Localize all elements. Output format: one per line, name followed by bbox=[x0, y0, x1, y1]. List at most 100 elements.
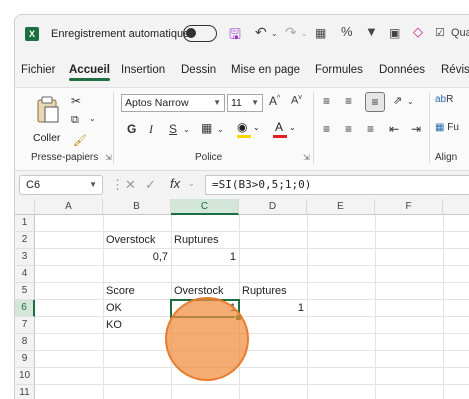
align-right-icon[interactable]: ≡ bbox=[367, 122, 374, 136]
row-header-6[interactable]: 6 bbox=[15, 300, 35, 317]
cell-b5[interactable]: Score bbox=[103, 283, 171, 300]
gridline bbox=[307, 215, 308, 399]
gridline bbox=[35, 231, 469, 232]
tab-fichier[interactable]: Fichier bbox=[21, 64, 56, 76]
tab-mise-en-page[interactable]: Mise en page bbox=[231, 64, 300, 76]
ribbon: Coller ✂ ⧉ ⌄ 🖌 Presse-papiers ⇲ Aptos Na… bbox=[15, 87, 469, 171]
eraser-icon[interactable]: ◇ bbox=[413, 24, 423, 40]
row-header-7[interactable]: 7 bbox=[15, 317, 35, 334]
column-header-e[interactable]: E bbox=[307, 199, 375, 215]
row-header-4[interactable]: 4 bbox=[15, 266, 35, 283]
row-header-9[interactable]: 9 bbox=[15, 351, 35, 368]
clipboard-launcher-icon[interactable]: ⇲ bbox=[105, 153, 112, 162]
name-box[interactable]: C6 ▼ bbox=[19, 175, 103, 195]
tab-insertion[interactable]: Insertion bbox=[121, 64, 165, 76]
select-all-corner[interactable] bbox=[15, 199, 35, 215]
row-header-1[interactable]: 1 bbox=[15, 215, 35, 232]
column-header-d[interactable]: D bbox=[239, 199, 307, 215]
paste-button[interactable]: Coller bbox=[31, 94, 65, 144]
orientation-dropdown-icon[interactable]: ⌄ bbox=[407, 97, 414, 106]
row-header-10[interactable]: 10 bbox=[15, 368, 35, 385]
borders-dropdown-icon[interactable]: ⌄ bbox=[217, 125, 224, 134]
tab-donnees[interactable]: Données bbox=[379, 64, 425, 76]
cut-icon[interactable]: ✂ bbox=[71, 94, 81, 108]
align-top-icon[interactable]: ≡ bbox=[323, 94, 330, 108]
spreadsheet-grid[interactable]: A B C D E F 1 2 3 4 5 6 7 8 9 10 11 Over… bbox=[15, 199, 469, 399]
align-left-icon[interactable]: ≡ bbox=[323, 122, 330, 136]
fill-color-button[interactable]: ◉ ⌄ bbox=[237, 120, 261, 140]
align-middle-icon[interactable]: ≡ bbox=[345, 94, 352, 108]
wrap-text-label: R bbox=[446, 94, 454, 105]
ribbon-separator bbox=[113, 92, 114, 164]
cell-b6[interactable]: OK bbox=[103, 300, 171, 317]
undo-icon[interactable]: ↶ bbox=[255, 24, 267, 41]
tab-formules[interactable]: Formules bbox=[315, 64, 363, 76]
tab-dessin[interactable]: Dessin bbox=[181, 64, 216, 76]
column-header-c[interactable]: C bbox=[171, 199, 239, 215]
italic-button[interactable]: I bbox=[149, 122, 153, 137]
save-icon[interactable]: 🖫 bbox=[229, 24, 241, 48]
font-size-select[interactable]: 11 ▼ bbox=[227, 94, 263, 112]
insert-function-icon[interactable]: fx bbox=[170, 176, 180, 191]
table-format-icon[interactable]: ▦ bbox=[315, 26, 326, 40]
align-bottom-icon[interactable]: ≡ bbox=[365, 92, 385, 112]
font-name-select[interactable]: Aptos Narrow ▼ bbox=[121, 94, 225, 112]
cancel-icon[interactable]: ✕ bbox=[125, 177, 136, 193]
tab-revision[interactable]: Révisi bbox=[441, 64, 469, 76]
cell-d6[interactable]: 1 bbox=[239, 300, 307, 317]
autosave-toggle[interactable] bbox=[183, 25, 217, 42]
cell-c3[interactable]: 1 bbox=[171, 249, 239, 266]
copy-dropdown-icon[interactable]: ⌄ bbox=[89, 114, 96, 123]
formula-input[interactable]: =SI(B3>0,5;1;0) bbox=[205, 175, 469, 195]
redo-dropdown-icon[interactable]: ⌄ bbox=[301, 29, 308, 38]
underline-dropdown-icon[interactable]: ⌄ bbox=[183, 125, 190, 134]
merge-button[interactable]: ▦ Fu bbox=[435, 122, 459, 133]
gridline bbox=[35, 384, 469, 385]
orientation-icon[interactable]: ⇗ bbox=[393, 94, 402, 107]
undo-dropdown-icon[interactable]: ⌄ bbox=[271, 29, 278, 38]
format-painter-icon[interactable]: 🖌 bbox=[73, 134, 87, 147]
percent-icon[interactable]: % bbox=[341, 24, 353, 39]
paste-label: Coller bbox=[33, 132, 61, 144]
enter-icon[interactable]: ✓ bbox=[145, 177, 156, 193]
wrap-text-button[interactable]: abR bbox=[435, 94, 453, 105]
cell-b2[interactable]: Overstock bbox=[103, 232, 171, 249]
click-indicator bbox=[165, 297, 249, 381]
shrink-font-icon[interactable]: Av bbox=[291, 94, 302, 107]
cell-c2[interactable]: Ruptures bbox=[171, 232, 239, 249]
row-header-3[interactable]: 3 bbox=[15, 249, 35, 266]
row-header-11[interactable]: 11 bbox=[15, 385, 35, 399]
filter-icon[interactable]: ▼ bbox=[365, 24, 378, 39]
autosave-label: Enregistrement automatique bbox=[51, 28, 190, 40]
font-launcher-icon[interactable]: ⇲ bbox=[303, 153, 310, 162]
column-header-f[interactable]: F bbox=[375, 199, 443, 215]
copy-icon[interactable]: ⧉ bbox=[71, 114, 79, 127]
row-header-2[interactable]: 2 bbox=[15, 232, 35, 249]
column-header-a[interactable]: A bbox=[35, 199, 103, 215]
column-header-b[interactable]: B bbox=[103, 199, 171, 215]
cell-d5[interactable]: Ruptures bbox=[239, 283, 307, 300]
grow-font-icon[interactable]: A^ bbox=[269, 94, 280, 108]
cell-b7[interactable]: KO bbox=[103, 317, 171, 334]
row-header-5[interactable]: 5 bbox=[15, 283, 35, 300]
underline-button[interactable]: S bbox=[169, 122, 177, 136]
tab-accueil[interactable]: Accueil bbox=[69, 64, 110, 81]
redo-icon[interactable]: ↷ bbox=[285, 24, 297, 41]
chevron-down-icon[interactable]: ⌄ bbox=[188, 179, 195, 188]
decrease-indent-icon[interactable]: ⇤ bbox=[389, 122, 399, 136]
row-header-8[interactable]: 8 bbox=[15, 334, 35, 351]
column-header-g[interactable] bbox=[443, 199, 469, 215]
bold-button[interactable]: G bbox=[127, 122, 136, 136]
paint-bucket-icon: ◉ bbox=[237, 120, 248, 134]
font-color-button[interactable]: A ⌄ bbox=[273, 120, 297, 140]
font-group-label: Police bbox=[195, 152, 223, 163]
camera-icon[interactable]: ▣ bbox=[389, 26, 400, 40]
checkbox-icon[interactable]: ☑ bbox=[435, 26, 445, 39]
align-center-icon[interactable]: ≡ bbox=[345, 122, 352, 136]
font-size-value: 11 bbox=[231, 97, 242, 109]
ribbon-tabs: Fichier Accueil Insertion Dessin Mise en… bbox=[15, 61, 469, 83]
cell-b3[interactable]: 0,7 bbox=[103, 249, 171, 266]
chevron-down-icon: ⌄ bbox=[289, 123, 296, 132]
increase-indent-icon[interactable]: ⇥ bbox=[411, 122, 421, 136]
borders-icon[interactable]: ▦ bbox=[201, 121, 212, 135]
